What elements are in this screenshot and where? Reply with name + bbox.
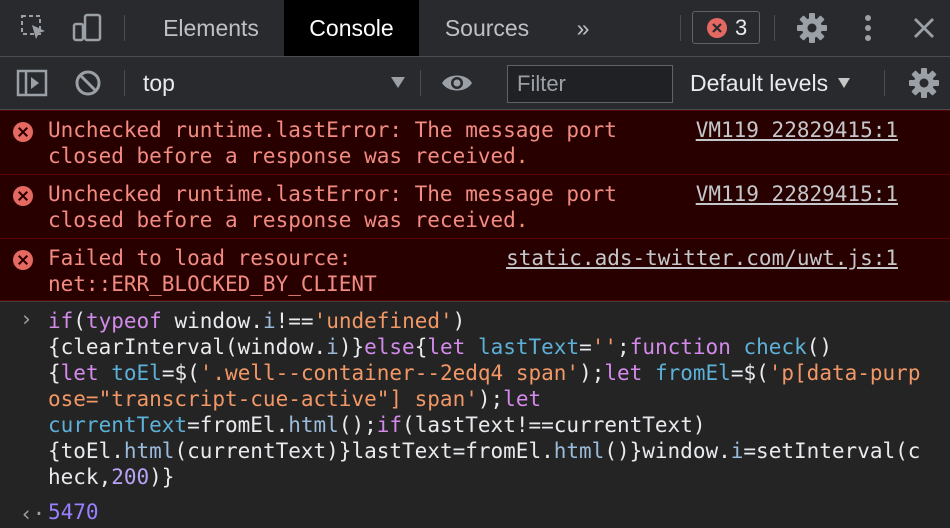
code-token: =$( <box>161 361 200 385</box>
result-value: 5470 <box>48 500 99 524</box>
toolbar-divider <box>420 70 421 96</box>
tab-console[interactable]: Console <box>284 0 419 56</box>
toolbar-divider <box>884 70 885 96</box>
eye-icon[interactable] <box>434 57 480 109</box>
code-token: { <box>414 335 428 359</box>
source-link[interactable]: VM119 22829415:1 <box>696 117 898 143</box>
console-error-message: Unchecked runtime.lastError: The message… <box>0 110 950 174</box>
code-token: html <box>553 439 605 463</box>
toolbar-divider <box>774 15 775 41</box>
error-icon <box>13 250 33 270</box>
sidebar-toggle-icon[interactable] <box>10 57 54 109</box>
log-levels-dropdown[interactable]: Default levels <box>690 57 851 109</box>
code-token: i <box>326 335 339 359</box>
log-levels-label: Default levels <box>690 69 829 96</box>
code-token: currentText <box>48 413 188 437</box>
close-icon[interactable] <box>904 0 944 56</box>
code-token: i <box>730 439 744 463</box>
console-input-entry[interactable]: › if(typeof window.i!=='undefined') {cle… <box>0 301 950 502</box>
code-token: !== <box>275 309 314 333</box>
code-token: function <box>629 335 731 359</box>
code-token: ( <box>73 309 86 333</box>
code-token: '.well--container--2edq4 span' <box>199 361 580 385</box>
code-token: (); <box>338 413 377 437</box>
chevron-down-icon <box>838 78 851 88</box>
code-token: toEl <box>111 361 162 385</box>
code-token: ()}window. <box>604 439 731 463</box>
code-token: typeof <box>85 309 162 333</box>
code-token: if <box>376 413 403 437</box>
code-token: 200 <box>111 465 150 489</box>
inspect-icon[interactable] <box>12 0 56 56</box>
settings-icon[interactable] <box>790 0 834 56</box>
toolbar-divider <box>124 70 125 96</box>
code-token: check <box>743 335 807 359</box>
result-prompt-icon: ‹· <box>20 502 46 526</box>
tab-sources[interactable]: Sources <box>421 0 553 56</box>
chevron-down-icon <box>391 77 405 88</box>
console-result: ‹· 5470 <box>0 500 950 528</box>
toolbar-divider <box>124 15 125 41</box>
source-link[interactable]: VM119 22829415:1 <box>696 181 898 207</box>
code-token: let <box>604 361 643 385</box>
code-token: ; <box>617 335 630 359</box>
code-token: let <box>427 335 466 359</box>
error-text: Failed to load resource: net::ERR_BLOCKE… <box>48 246 377 296</box>
code-token: = <box>579 335 592 359</box>
code-token: ); <box>579 361 605 385</box>
more-tabs-button[interactable]: » <box>560 0 606 56</box>
error-icon <box>13 122 33 142</box>
devtools-tab-bar: Elements Console Sources » 3 <box>0 0 950 57</box>
error-text: Unchecked runtime.lastError: The message… <box>48 118 617 168</box>
code-token: html <box>288 413 339 437</box>
code-token: lastText <box>477 335 580 359</box>
code-token: html <box>123 439 175 463</box>
kebab-menu-icon[interactable] <box>850 0 886 56</box>
code-token: else <box>364 335 415 359</box>
toolbar-divider <box>680 15 681 41</box>
console-error-message: Unchecked runtime.lastError: The message… <box>0 174 950 238</box>
code-token: '' <box>591 335 618 359</box>
console-error-message: Failed to load resource: net::ERR_BLOCKE… <box>0 238 950 301</box>
code-text[interactable]: if(typeof window.i!=='undefined') {clear… <box>48 308 928 490</box>
context-value: top <box>143 69 175 96</box>
code-token: if <box>48 309 74 333</box>
code-token: i <box>262 309 276 333</box>
code-token: window. <box>161 309 263 333</box>
code-token: 'undefined' <box>313 309 453 333</box>
code-token: let <box>503 387 542 411</box>
console-settings-icon[interactable] <box>902 57 946 109</box>
code-token: =fromEl. <box>187 413 289 437</box>
input-prompt-icon: › <box>20 307 33 331</box>
code-token: )} <box>149 465 175 489</box>
code-token: =$( <box>730 361 769 385</box>
error-icon <box>13 186 33 206</box>
code-token: fromEl <box>654 361 731 385</box>
source-link[interactable]: static.ads-twitter.com/uwt.js:1 <box>506 245 898 271</box>
error-count: 3 <box>735 14 748 40</box>
error-text: Unchecked runtime.lastError: The message… <box>48 182 617 232</box>
error-count-badge[interactable]: 3 <box>692 11 760 44</box>
filter-input[interactable] <box>507 65 673 103</box>
console-output: Unchecked runtime.lastError: The message… <box>0 110 950 502</box>
clear-console-icon[interactable] <box>66 57 110 109</box>
code-token: (currentText)}lastText=fromEl. <box>174 439 554 463</box>
code-token: ); <box>477 387 504 411</box>
context-selector[interactable]: top <box>143 57 405 109</box>
code-token: )} <box>338 335 365 359</box>
code-token: let <box>60 361 99 385</box>
tab-elements[interactable]: Elements <box>140 0 282 56</box>
console-toolbar: top Default levels <box>0 57 950 110</box>
error-icon <box>707 17 727 38</box>
device-toggle-icon[interactable] <box>64 0 110 56</box>
